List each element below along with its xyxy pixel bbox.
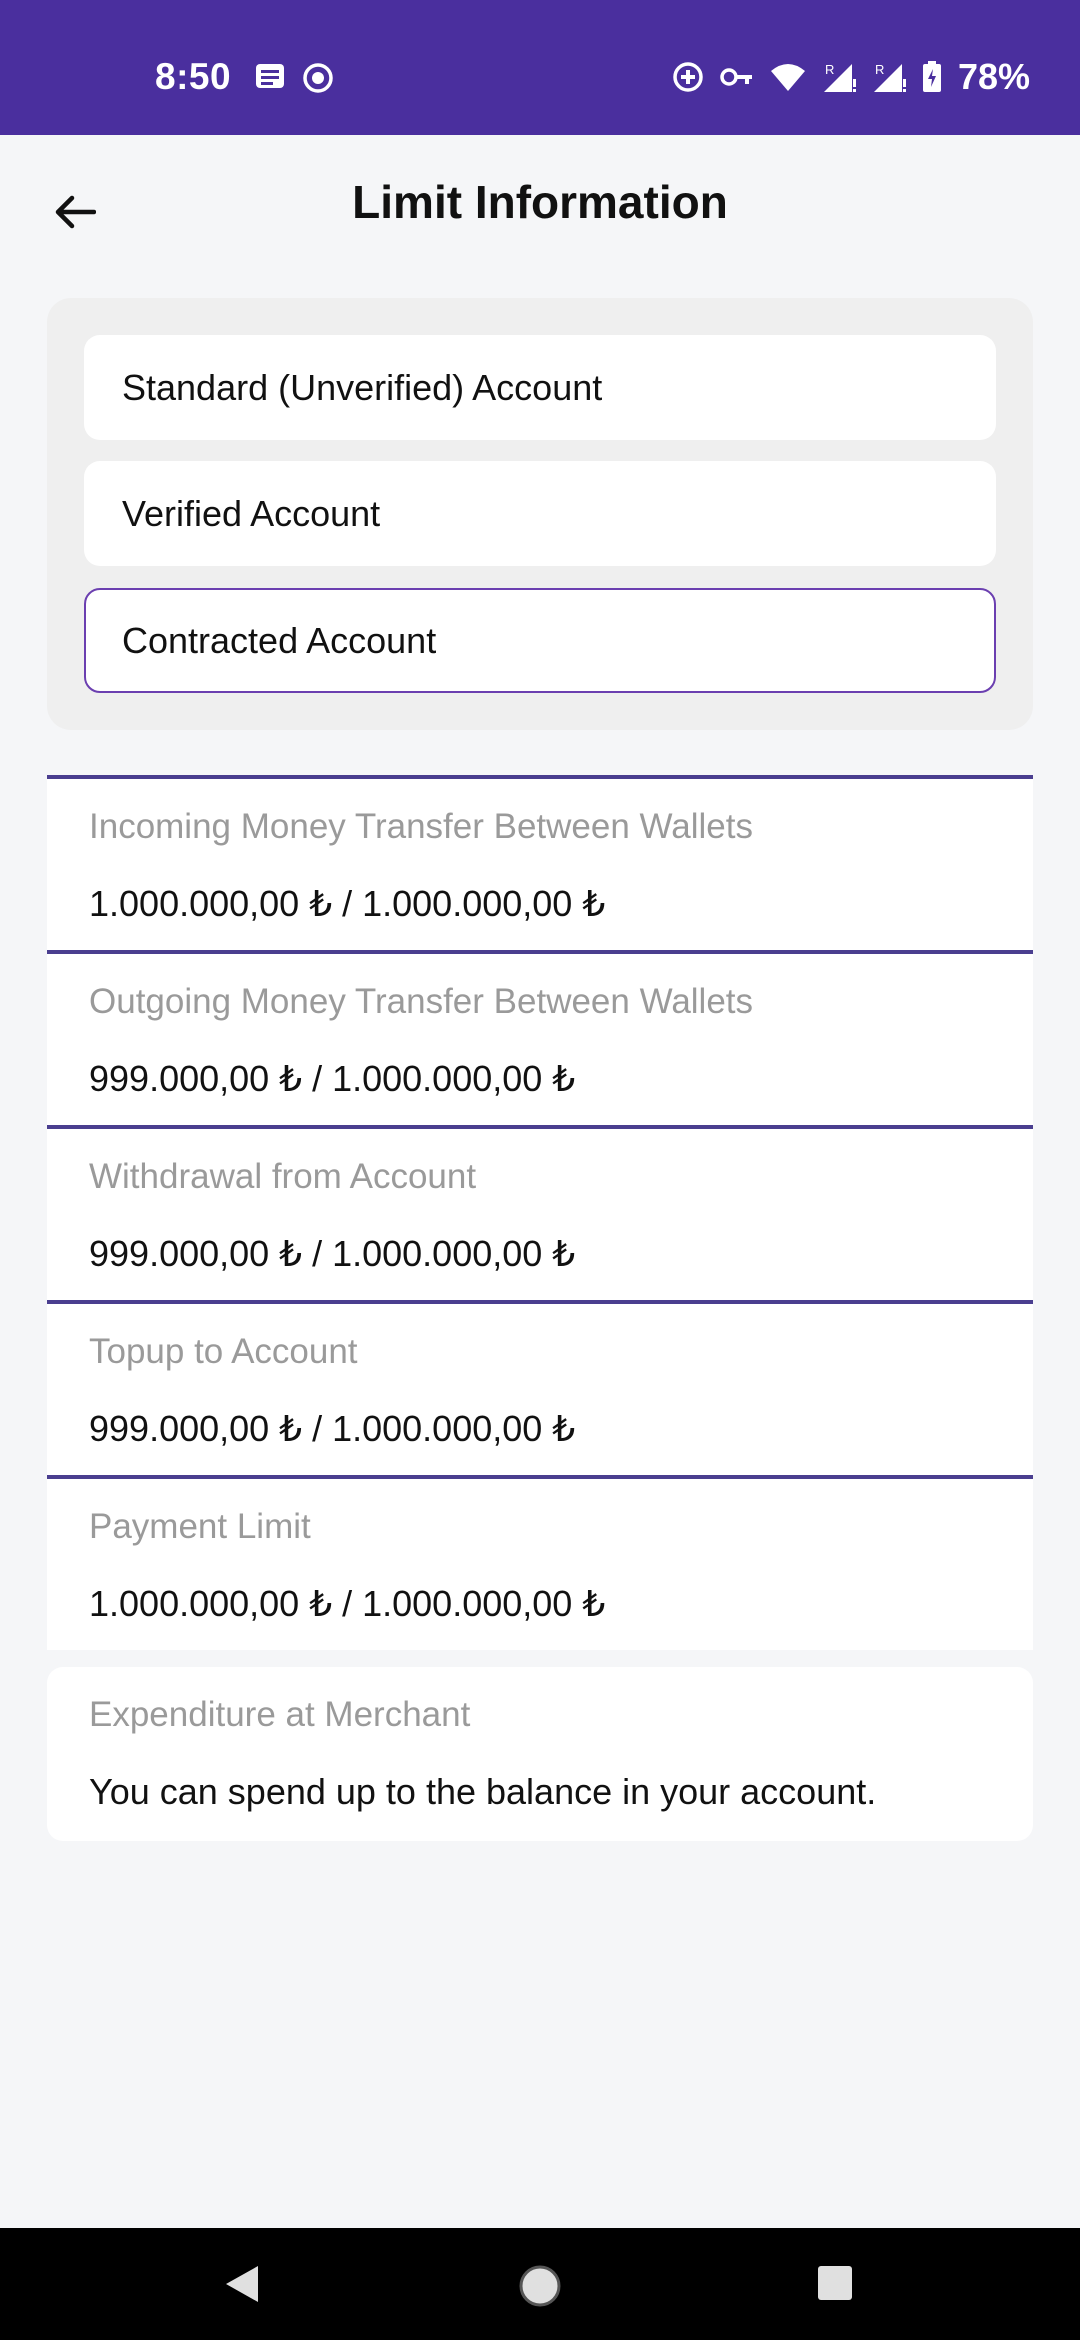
limit-label: Outgoing Money Transfer Between Wallets <box>89 982 754 1021</box>
account-option-contracted[interactable]: Contracted Account <box>84 588 996 693</box>
svg-text:R: R <box>875 62 884 77</box>
limit-label: Payment Limit <box>89 1507 311 1546</box>
system-nav-bar <box>0 2228 1080 2340</box>
data-saver-icon <box>673 62 703 92</box>
limit-value: 999.000,00 ₺ / 1.000.000,00 ₺ <box>89 1408 576 1449</box>
limit-row-payment: Payment Limit 1.000.000,00 ₺ / 1.000.000… <box>47 1475 1033 1650</box>
circle-home-icon <box>519 2265 561 2307</box>
limits-list: Incoming Money Transfer Between Wallets … <box>47 775 1033 1650</box>
record-icon <box>302 62 334 99</box>
limit-value: 1.000.000,00 ₺ / 1.000.000,00 ₺ <box>89 883 606 924</box>
signal-r-icon: R <box>873 62 906 92</box>
expenditure-value: You can spend up to the balance in your … <box>89 1771 877 1812</box>
account-option-verified[interactable]: Verified Account <box>84 461 996 566</box>
limit-label: Topup to Account <box>89 1332 358 1371</box>
svg-text:R: R <box>825 62 834 77</box>
account-type-selector: Standard (Unverified) Account Verified A… <box>47 298 1033 730</box>
nav-recents-button[interactable] <box>816 2264 854 2307</box>
status-icons: R R 78% <box>672 56 1030 98</box>
message-icon <box>255 62 285 95</box>
limit-label: Incoming Money Transfer Between Wallets <box>89 807 753 846</box>
limit-value: 999.000,00 ₺ / 1.000.000,00 ₺ <box>89 1058 576 1099</box>
limit-value: 1.000.000,00 ₺ / 1.000.000,00 ₺ <box>89 1583 606 1624</box>
wifi-icon <box>770 64 805 91</box>
limit-row-withdrawal: Withdrawal from Account 999.000,00 ₺ / 1… <box>47 1125 1033 1300</box>
status-bar: 8:50 R R 78% <box>0 0 1080 135</box>
limit-label: Withdrawal from Account <box>89 1157 477 1196</box>
page-title: Limit Information <box>352 176 728 228</box>
limit-row-topup: Topup to Account 999.000,00 ₺ / 1.000.00… <box>47 1300 1033 1475</box>
triangle-back-icon <box>226 2266 258 2302</box>
nav-back-button[interactable] <box>222 2264 262 2309</box>
expenditure-label: Expenditure at Merchant <box>89 1695 471 1734</box>
signal-r-icon: R <box>823 62 856 92</box>
account-option-standard[interactable]: Standard (Unverified) Account <box>84 335 996 440</box>
status-time: 8:50 <box>155 56 232 97</box>
limit-row-outgoing-transfer: Outgoing Money Transfer Between Wallets … <box>47 950 1033 1125</box>
limit-value: 999.000,00 ₺ / 1.000.000,00 ₺ <box>89 1233 576 1274</box>
vpn-key-icon <box>720 68 752 86</box>
battery-percent: 78% <box>957 56 1030 97</box>
square-recents-icon <box>818 2266 852 2300</box>
limit-row-incoming-transfer: Incoming Money Transfer Between Wallets … <box>47 775 1033 950</box>
battery-icon <box>922 61 941 92</box>
expenditure-card: Expenditure at Merchant You can spend up… <box>47 1667 1033 1841</box>
nav-home-button[interactable] <box>518 2264 562 2313</box>
app-header: Limit Information <box>0 135 1080 270</box>
